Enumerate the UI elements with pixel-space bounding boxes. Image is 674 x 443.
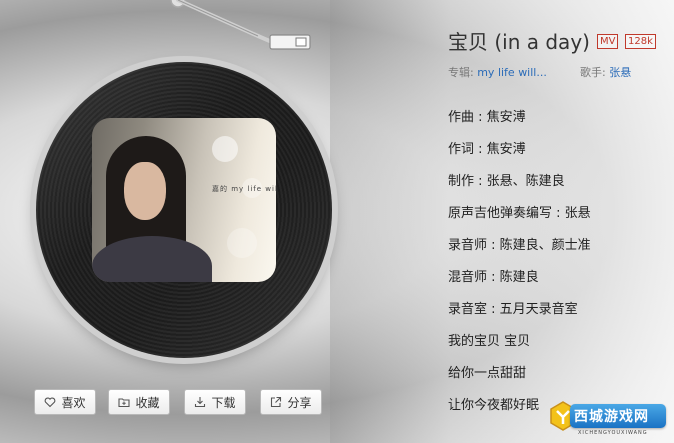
lyric-line: 制作 : 张悬、陈建良 <box>448 174 565 189</box>
folder-plus-icon <box>118 396 131 408</box>
collect-label: 收藏 <box>135 395 160 410</box>
like-label: 喜欢 <box>61 395 86 410</box>
like-button[interactable]: 喜欢 <box>34 389 96 415</box>
quality-badge: 128k <box>625 34 656 49</box>
lyric-line: 让你今夜都好眠 <box>448 398 540 413</box>
download-label: 下载 <box>211 395 236 410</box>
album-link[interactable]: my life will... <box>477 66 547 79</box>
album-info: 专辑: my life will... <box>448 64 547 80</box>
heart-icon <box>44 396 56 408</box>
watermark-subtext: XICHENGYOUXIWANG <box>578 430 648 436</box>
collect-button[interactable]: 收藏 <box>108 389 170 415</box>
share-label: 分享 <box>287 395 312 410</box>
album-label: 专辑: <box>448 66 474 79</box>
lyric-line: 我的宝贝 宝贝 <box>448 334 531 349</box>
lyric-line: 原声吉他弹奏编写 : 张悬 <box>448 206 591 221</box>
lyric-line: 录音室 : 五月天录音室 <box>448 302 578 317</box>
lyric-line: 作曲 : 焦安溥 <box>448 110 526 125</box>
watermark-logo: 西城游戏网 XICHENGYOUXIWANG <box>548 398 672 440</box>
download-icon <box>194 396 206 408</box>
lyric-line: 作词 : 焦安溥 <box>448 142 526 157</box>
song-title: 宝贝 (in a day) <box>448 30 590 54</box>
singer-label: 歌手: <box>580 66 606 79</box>
lyric-line: 录音师 : 陈建良、颜士准 <box>448 238 591 253</box>
share-button[interactable]: 分享 <box>260 389 322 415</box>
lyric-line: 给你一点甜甜 <box>448 366 527 381</box>
lyric-line: 混音师 : 陈建良 <box>448 270 539 285</box>
singer-info: 歌手: 张悬 <box>580 64 631 80</box>
cover-text: 嘉的 my life will <box>212 185 276 193</box>
tonearm <box>170 0 311 50</box>
download-button[interactable]: 下载 <box>184 389 246 415</box>
singer-link[interactable]: 张悬 <box>609 66 631 79</box>
mv-badge[interactable]: MV <box>597 34 619 49</box>
album-cover: 嘉的 my life will <box>92 118 276 282</box>
share-icon <box>270 396 282 408</box>
watermark-text: 西城游戏网 <box>574 409 649 425</box>
